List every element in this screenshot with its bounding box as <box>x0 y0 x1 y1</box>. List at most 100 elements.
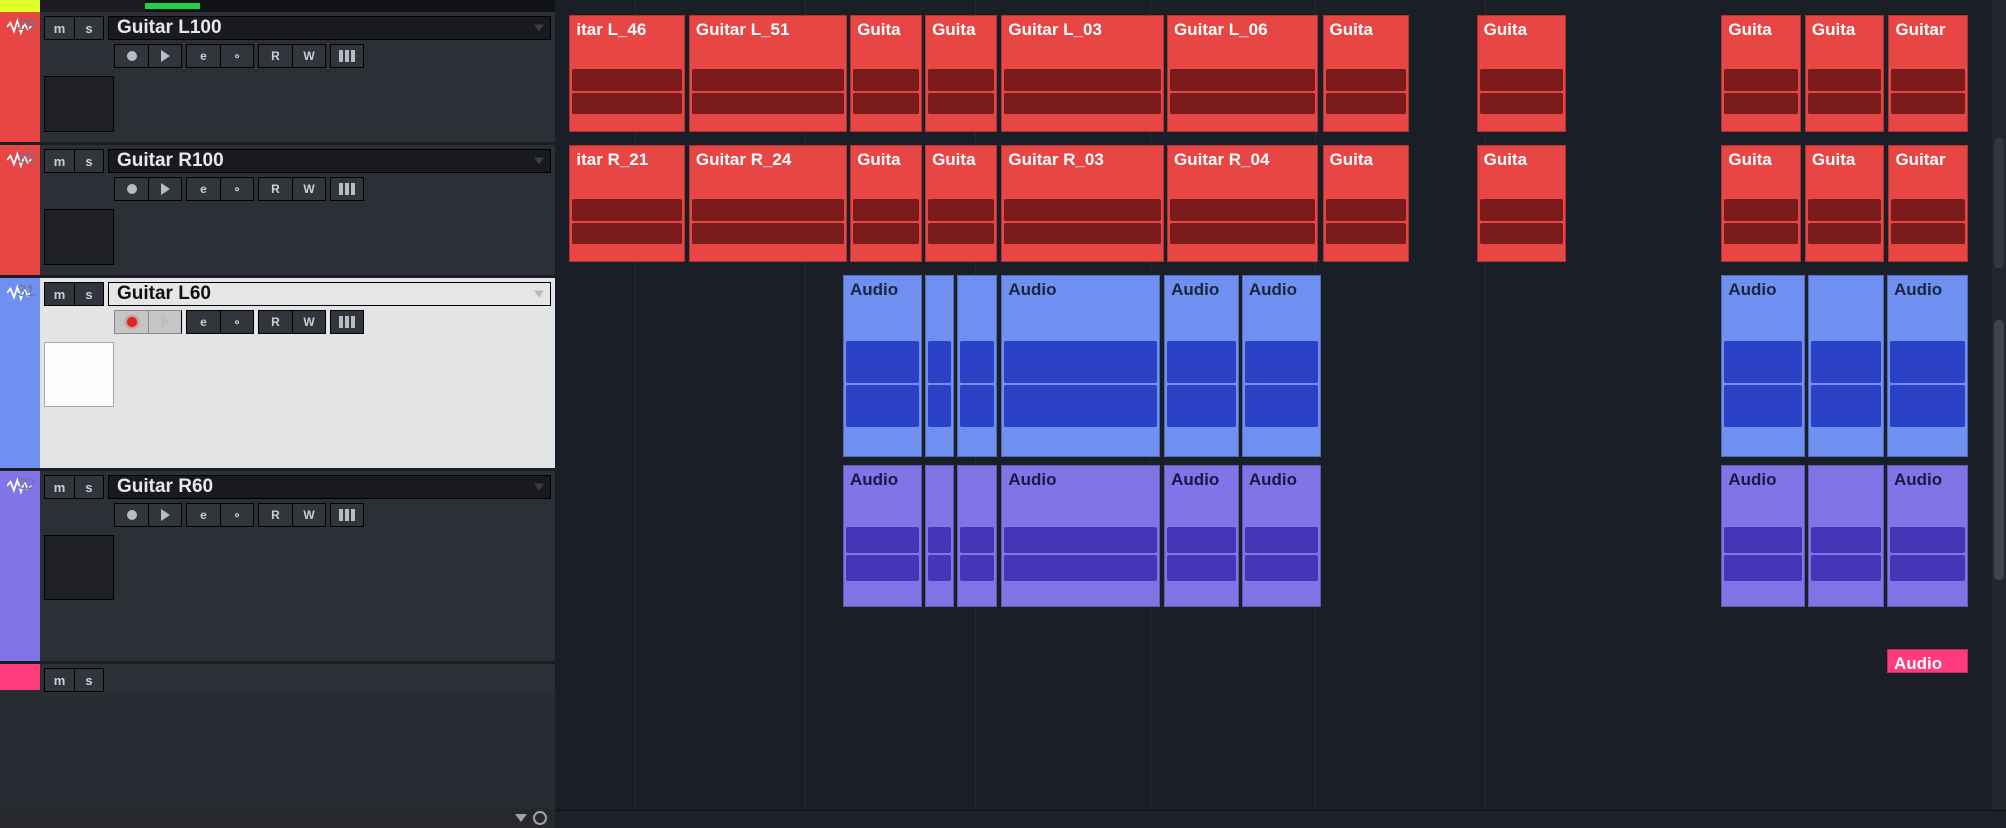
solo-button[interactable]: s <box>74 16 104 40</box>
audio-clip[interactable]: Guita <box>850 15 922 132</box>
scroll-thumb[interactable] <box>1994 138 2004 268</box>
chevron-down-icon[interactable] <box>534 291 544 298</box>
solo-button[interactable]: s <box>74 668 104 692</box>
track-row[interactable]: 31 m s Guitar L60 e ∘ <box>0 278 555 468</box>
audio-clip[interactable]: Audio <box>1721 465 1805 607</box>
audio-clip[interactable]: Audio <box>1721 275 1805 457</box>
monitor-button[interactable] <box>148 310 182 334</box>
audio-clip[interactable]: Guita <box>1721 145 1800 262</box>
record-arm-button[interactable] <box>114 310 148 334</box>
chevron-down-icon[interactable] <box>534 158 544 165</box>
read-automation-button[interactable]: R <box>258 503 292 527</box>
audio-clip[interactable]: itar L_46 <box>569 15 684 132</box>
audio-clip[interactable]: itar R_21 <box>569 145 684 262</box>
audio-clip[interactable]: Guitar L_06 <box>1167 15 1318 132</box>
scroll-thumb[interactable] <box>1994 320 2004 580</box>
freeze-button[interactable]: ∘ <box>220 44 254 68</box>
track-thumbnail[interactable] <box>44 342 114 407</box>
gear-icon[interactable] <box>533 811 547 825</box>
timeline-panel[interactable]: itar L_46 Guitar L_51 Guita Guita Guitar… <box>555 0 2006 828</box>
audio-clip[interactable]: Guitar L_03 <box>1001 15 1164 132</box>
audio-clip[interactable]: Guita <box>925 145 997 262</box>
channel-edit-button[interactable]: e <box>186 177 220 201</box>
track-color-spine[interactable]: 30 <box>0 145 40 275</box>
mute-button[interactable]: m <box>44 475 74 499</box>
audio-clip[interactable]: Audio <box>843 275 922 457</box>
record-arm-button[interactable] <box>114 503 148 527</box>
audio-clip[interactable]: Guitar R_04 <box>1167 145 1318 262</box>
track-color-spine[interactable]: 32 <box>0 471 40 661</box>
track-row[interactable]: 30 m s Guitar R100 e ∘ <box>0 145 555 275</box>
audio-clip[interactable]: Audio <box>1001 465 1159 607</box>
audio-clip[interactable]: Audio <box>1887 649 1968 673</box>
audio-clip[interactable]: Guitar <box>1888 145 1967 262</box>
read-automation-button[interactable]: R <box>258 310 292 334</box>
audio-clip[interactable]: Audio <box>1164 275 1239 457</box>
audio-clip[interactable]: Audio <box>1001 275 1159 457</box>
audio-clip[interactable]: Audio <box>843 465 922 607</box>
solo-button[interactable]: s <box>74 475 104 499</box>
write-automation-button[interactable]: W <box>292 44 326 68</box>
record-arm-button[interactable] <box>114 177 148 201</box>
freeze-button[interactable]: ∘ <box>220 503 254 527</box>
channel-edit-button[interactable]: e <box>186 44 220 68</box>
audio-clip[interactable]: Audio <box>1887 465 1968 607</box>
channel-edit-button[interactable]: e <box>186 310 220 334</box>
record-arm-button[interactable] <box>114 44 148 68</box>
monitor-button[interactable] <box>148 503 182 527</box>
mute-button[interactable]: m <box>44 16 74 40</box>
mute-button[interactable]: m <box>44 282 74 306</box>
track-row[interactable]: 32 m s Guitar R60 e ∘ <box>0 471 555 661</box>
read-automation-button[interactable]: R <box>258 177 292 201</box>
audio-clip[interactable]: Guita <box>1477 15 1566 132</box>
chevron-down-icon[interactable] <box>534 25 544 32</box>
audio-clip[interactable]: Guita <box>1805 145 1884 262</box>
audio-clip[interactable]: Guita <box>925 15 997 132</box>
audio-clip[interactable]: Guitar L_51 <box>689 15 847 132</box>
write-automation-button[interactable]: W <box>292 310 326 334</box>
track-row[interactable]: 29 m s Guitar L100 e ∘ <box>0 12 555 142</box>
expand-icon[interactable] <box>515 814 527 822</box>
read-automation-button[interactable]: R <box>258 44 292 68</box>
track-thumbnail[interactable] <box>44 209 114 265</box>
audio-clip[interactable]: Guita <box>1721 15 1800 132</box>
lanes-button[interactable] <box>330 44 364 68</box>
audio-clip[interactable]: Guita <box>850 145 922 262</box>
audio-clip[interactable] <box>957 275 997 457</box>
monitor-button[interactable] <box>148 44 182 68</box>
channel-edit-button[interactable]: e <box>186 503 220 527</box>
solo-button[interactable]: s <box>74 282 104 306</box>
mute-button[interactable]: m <box>44 149 74 173</box>
track-thumbnail[interactable] <box>44 535 114 600</box>
monitor-button[interactable] <box>148 177 182 201</box>
audio-clip[interactable]: Audio <box>1242 465 1321 607</box>
audio-clip[interactable]: Audio <box>1164 465 1239 607</box>
audio-clip[interactable]: Guitar <box>1888 15 1967 132</box>
solo-button[interactable]: s <box>74 149 104 173</box>
chevron-down-icon[interactable] <box>534 484 544 491</box>
audio-clip[interactable]: Guitar R_24 <box>689 145 847 262</box>
audio-clip[interactable]: Guita <box>1323 15 1409 132</box>
audio-clip[interactable] <box>925 465 954 607</box>
freeze-button[interactable]: ∘ <box>220 310 254 334</box>
audio-clip[interactable]: Audio <box>1887 275 1968 457</box>
lanes-button[interactable] <box>330 177 364 201</box>
audio-clip[interactable] <box>925 275 954 457</box>
audio-clip[interactable] <box>1808 275 1884 457</box>
write-automation-button[interactable]: W <box>292 177 326 201</box>
vertical-scrollbar[interactable] <box>1992 0 2006 828</box>
lanes-button[interactable] <box>330 503 364 527</box>
audio-clip[interactable]: Guitar R_03 <box>1001 145 1164 262</box>
track-name-field[interactable]: Guitar L100 <box>108 16 551 40</box>
lanes-button[interactable] <box>330 310 364 334</box>
freeze-button[interactable]: ∘ <box>220 177 254 201</box>
audio-clip[interactable] <box>1808 465 1884 607</box>
track-name-field[interactable]: Guitar R100 <box>108 149 551 173</box>
audio-clip[interactable]: Guita <box>1805 15 1884 132</box>
track-name-field[interactable]: Guitar L60 <box>108 282 551 306</box>
track-color-spine[interactable] <box>0 664 40 690</box>
track-thumbnail[interactable] <box>44 76 114 132</box>
audio-clip[interactable]: Guita <box>1477 145 1566 262</box>
write-automation-button[interactable]: W <box>292 503 326 527</box>
audio-clip[interactable]: Guita <box>1323 145 1409 262</box>
